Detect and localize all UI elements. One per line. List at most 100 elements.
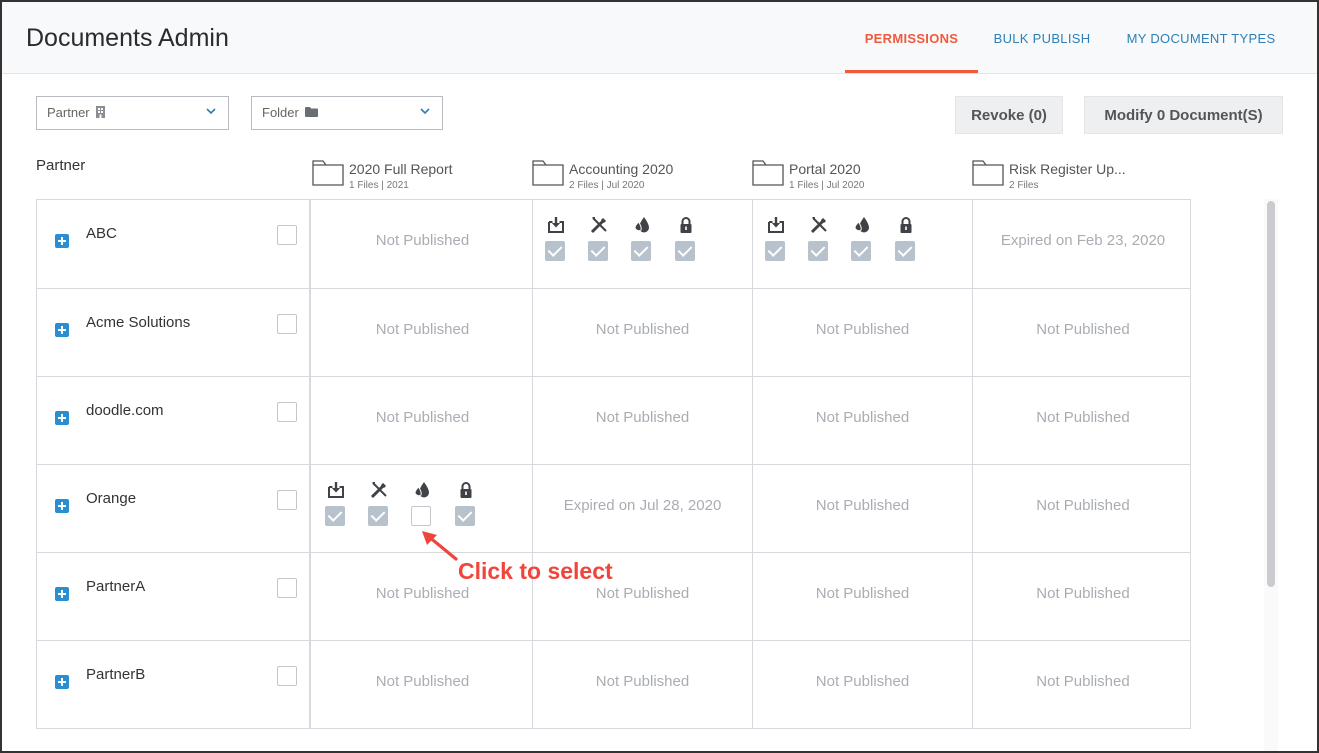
permission-toggle bbox=[325, 481, 347, 526]
document-cell[interactable]: Not Published bbox=[973, 289, 1193, 376]
revoke-button[interactable]: Revoke (0) bbox=[955, 96, 1063, 134]
publish-status: Expired on Feb 23, 2020 bbox=[1000, 232, 1166, 249]
tab-permissions[interactable]: PERMISSIONS bbox=[845, 2, 978, 73]
publish-status: Not Published bbox=[815, 673, 910, 690]
permission-toggle bbox=[895, 216, 917, 261]
edit-tools-icon bbox=[808, 216, 830, 234]
partner-cell: Orange bbox=[37, 465, 311, 552]
edit-tools-icon bbox=[368, 481, 390, 499]
expand-plus-icon[interactable] bbox=[55, 499, 69, 513]
document-cell[interactable]: Not Published bbox=[313, 289, 533, 376]
column-name: Accounting 2020 bbox=[569, 161, 674, 177]
column-meta: 2 Files | Jul 2020 bbox=[569, 180, 645, 191]
permission-toggle bbox=[765, 216, 787, 261]
tab-bulk-publish[interactable]: BULK PUBLISH bbox=[992, 2, 1092, 73]
partner-row-checkbox[interactable] bbox=[277, 578, 297, 598]
document-cell[interactable]: Not Published bbox=[313, 641, 533, 728]
tab-my-document-types[interactable]: MY DOCUMENT TYPES bbox=[1126, 2, 1276, 73]
permission-checkbox[interactable] bbox=[411, 506, 431, 526]
publish-status: Not Published bbox=[1036, 497, 1130, 514]
expand-plus-icon[interactable] bbox=[55, 234, 69, 248]
folder-filter-select[interactable]: Folder bbox=[251, 96, 443, 130]
partner-name: Orange bbox=[86, 490, 137, 507]
permission-checkbox[interactable] bbox=[325, 506, 345, 526]
document-cell[interactable]: Not Published bbox=[973, 377, 1193, 464]
publish-status: Not Published bbox=[595, 673, 690, 690]
expand-plus-icon[interactable] bbox=[55, 587, 69, 601]
partner-name: Acme Solutions bbox=[86, 314, 191, 331]
permissions-grid: ABC Not Published Expired on Feb 23, 2020 A… bbox=[36, 199, 1191, 729]
permission-checkbox[interactable] bbox=[675, 241, 695, 261]
column-header-2020-full-report[interactable]: 2020 Full Report 1 Files | 2021 bbox=[312, 158, 522, 194]
document-cell[interactable]: Not Published bbox=[533, 289, 753, 376]
permission-toggle bbox=[631, 216, 653, 261]
publish-status: Not Published bbox=[595, 321, 690, 338]
permission-checkbox[interactable] bbox=[588, 241, 608, 261]
partner-row-checkbox[interactable] bbox=[277, 314, 297, 334]
table-row: Acme Solutions Not Published Not Published… bbox=[37, 288, 1190, 376]
publish-status: Not Published bbox=[1036, 585, 1130, 602]
column-header-accounting-2020[interactable]: Accounting 2020 2 Files | Jul 2020 bbox=[532, 158, 742, 194]
expand-plus-icon[interactable] bbox=[55, 323, 69, 337]
expand-plus-icon[interactable] bbox=[55, 675, 69, 689]
publish-status: Not Published bbox=[375, 232, 470, 249]
document-cell[interactable]: Not Published bbox=[753, 289, 973, 376]
folder-filter-label: Folder bbox=[262, 105, 299, 120]
document-cell[interactable] bbox=[753, 200, 973, 288]
publish-status: Not Published bbox=[375, 409, 470, 426]
partner-row-checkbox[interactable] bbox=[277, 490, 297, 510]
watermark-drop-icon bbox=[851, 216, 873, 234]
permission-checkbox[interactable] bbox=[455, 506, 475, 526]
watermark-drop-icon bbox=[411, 481, 433, 499]
partner-row-checkbox[interactable] bbox=[277, 402, 297, 422]
column-header-portal-2020[interactable]: Portal 2020 1 Files | Jul 2020 bbox=[752, 158, 962, 194]
permission-checkbox[interactable] bbox=[631, 241, 651, 261]
permission-toggle bbox=[455, 481, 477, 526]
permission-checkbox[interactable] bbox=[808, 241, 828, 261]
permission-toggle bbox=[545, 216, 567, 261]
app-header: Documents Admin PERMISSIONS BULK PUBLISH… bbox=[2, 2, 1317, 74]
publish-status: Not Published bbox=[1036, 321, 1130, 338]
publish-status: Not Published bbox=[1036, 409, 1130, 426]
document-cell[interactable]: Not Published bbox=[313, 377, 533, 464]
scrollbar-thumb[interactable] bbox=[1267, 201, 1275, 587]
permission-checkbox[interactable] bbox=[895, 241, 915, 261]
download-icon bbox=[545, 216, 567, 234]
document-cell[interactable]: Not Published bbox=[973, 465, 1193, 552]
partner-cell: ABC bbox=[37, 200, 311, 288]
partner-row-checkbox[interactable] bbox=[277, 225, 297, 245]
expand-plus-icon[interactable] bbox=[55, 411, 69, 425]
partner-row-checkbox[interactable] bbox=[277, 666, 297, 686]
table-row: ABC Not Published Expired on Feb 23, 2020 bbox=[37, 200, 1190, 288]
publish-status: Not Published bbox=[815, 409, 910, 426]
publish-status: Not Published bbox=[375, 673, 470, 690]
publish-status: Not Published bbox=[1036, 673, 1130, 690]
document-cell[interactable]: Not Published bbox=[973, 553, 1193, 640]
permission-toggle bbox=[368, 481, 390, 526]
document-cell[interactable]: Expired on Feb 23, 2020 bbox=[973, 200, 1193, 288]
permission-checkbox[interactable] bbox=[368, 506, 388, 526]
document-cell[interactable]: Not Published bbox=[753, 553, 973, 640]
document-cell[interactable]: Not Published bbox=[753, 465, 973, 552]
permission-toggle bbox=[851, 216, 873, 261]
annotation-arrow bbox=[422, 531, 458, 561]
document-cell[interactable]: Not Published bbox=[533, 641, 753, 728]
permission-checkbox[interactable] bbox=[545, 241, 565, 261]
document-cell[interactable] bbox=[533, 200, 753, 288]
document-cell[interactable]: Not Published bbox=[313, 200, 533, 288]
table-row: PartnerA Not Published Not Published Not Pu… bbox=[37, 552, 1190, 640]
permission-checkbox[interactable] bbox=[851, 241, 871, 261]
document-cell[interactable]: Not Published bbox=[753, 641, 973, 728]
column-header-risk-register[interactable]: Risk Register Up... 2 Files bbox=[972, 158, 1182, 194]
column-meta: 1 Files | Jul 2020 bbox=[789, 180, 865, 191]
document-cell[interactable]: Not Published bbox=[753, 377, 973, 464]
document-cell[interactable]: Expired on Jul 28, 2020 bbox=[533, 465, 753, 552]
modify-documents-button[interactable]: Modify 0 Document(S) bbox=[1084, 96, 1283, 134]
partner-filter-select[interactable]: Partner bbox=[36, 96, 229, 130]
permission-checkbox[interactable] bbox=[765, 241, 785, 261]
permission-toggle bbox=[675, 216, 697, 261]
document-cell[interactable]: Not Published bbox=[973, 641, 1193, 728]
download-icon bbox=[325, 481, 347, 499]
publish-status: Not Published bbox=[815, 321, 910, 338]
document-cell[interactable]: Not Published bbox=[533, 377, 753, 464]
